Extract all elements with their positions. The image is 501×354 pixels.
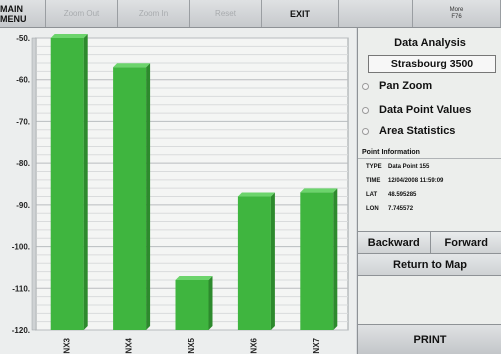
data-point-values-option[interactable]: Data Point Values [362,104,471,116]
x-tick-label: NX4 [125,337,134,353]
navigation-buttons: Backward Forward [358,231,501,254]
x-tick-label: NX5 [187,337,196,353]
area-statistics-label: Area Statistics [379,125,456,137]
x-tick-label: NX3 [62,337,71,353]
point-info-value: Data Point 155 [388,164,430,170]
reset-button[interactable]: Reset [190,0,262,27]
bar [50,38,84,330]
main-menu-button[interactable]: MAIN MENU [0,0,46,27]
y-tick-label: -110. [12,284,30,293]
bar-side [208,275,213,330]
radio-icon [362,82,369,90]
bar [175,279,209,330]
site-name-field: Strasbourg 3500 [368,55,496,73]
return-to-map-button[interactable]: Return to Map [358,254,501,276]
x-tick-label: NX6 [250,337,259,353]
forward-button[interactable]: Forward [429,232,501,253]
toolbar: MAIN MENU Zoom Out Zoom In Reset EXIT Mo… [0,0,501,28]
y-axis [31,37,37,331]
point-info-value: 48.595285 [388,192,417,198]
y-tick-label: -100. [12,243,30,252]
bar-top [300,188,338,193]
y-tick-label: -120. [12,326,30,335]
point-info-lon-row: LON 7.745572 [366,206,413,212]
bar-side [83,34,88,330]
exit-button[interactable]: EXIT [262,0,339,27]
bar-side [333,188,338,330]
pan-zoom-label: Pan Zoom [379,80,433,92]
point-info-time-row: TIME 12/04/2008 11:59:09 [366,178,443,184]
bar-top [113,63,151,68]
more-key-label: F76 [451,13,462,20]
backward-button[interactable]: Backward [358,232,430,253]
bar-top [175,275,213,280]
y-tick-label: -60. [16,76,30,85]
bar-side [270,192,275,330]
bar [113,67,147,330]
bar-chart: -50. -60. -70. -80. -90. -100. -110. -120. NX3 NX… [12,34,349,354]
toolbar-blank-button[interactable] [339,0,413,27]
point-info-value: 7.745572 [388,206,414,212]
more-button[interactable]: More F76 [413,0,501,27]
y-tick-label: -70. [16,117,30,126]
point-info-key: LAT [366,192,378,198]
point-info-value: 12/04/2008 11:59:09 [388,178,444,184]
point-info-key: TYPE [366,164,382,170]
bar-top [50,34,88,38]
x-tick-label: NX7 [312,337,321,353]
bar [237,196,271,330]
chart-panel: -50. -60. -70. -80. -90. -100. -110. -120. NX3 NX… [0,28,356,354]
radio-icon [362,106,369,114]
y-tick-label: -80. [16,159,30,168]
bar-side [146,63,151,330]
point-info-key: LON [366,206,379,212]
point-info-heading: Point Information [362,149,420,156]
bar [300,192,334,330]
y-tick-label: -50. [16,34,30,43]
data-point-values-label: Data Point Values [379,104,472,116]
bar-top [237,192,275,197]
print-button[interactable]: PRINT [358,324,501,354]
radio-icon [362,127,369,135]
zoom-in-button[interactable]: Zoom In [118,0,190,27]
zoom-out-button[interactable]: Zoom Out [46,0,118,27]
data-analysis-panel: Data Analysis Strasbourg 3500 Pan Zoom D… [357,28,501,354]
point-info-lat-row: LAT 48.595285 [366,192,416,198]
more-label: More [449,6,464,13]
point-info-type-row: TYPE Data Point 155 [366,164,429,170]
area-statistics-option[interactable]: Area Statistics [362,125,455,137]
point-info-key: TIME [366,178,381,184]
divider [358,158,501,159]
y-tick-label: -90. [16,201,30,210]
pan-zoom-option[interactable]: Pan Zoom [362,80,432,92]
panel-title: Data Analysis [394,37,466,49]
